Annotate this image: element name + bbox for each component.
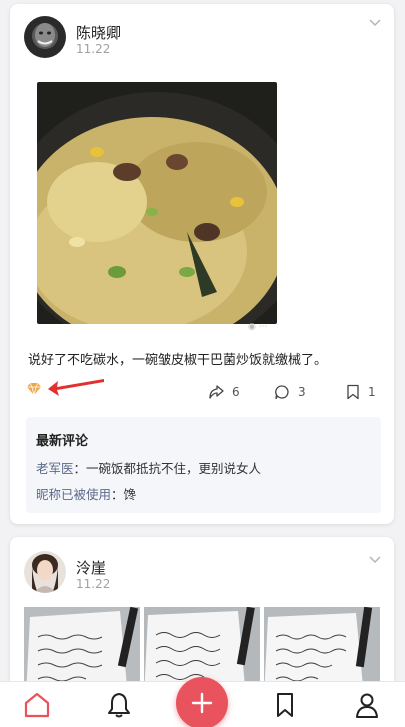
post-card: 陈晓卿 11.22 ◉ ··· 说好了不吃碳水，一碗皱皮椒干巴菌炒饭就缴械了。 [10,4,394,524]
author-name[interactable]: 泠崖 [76,557,106,578]
comment-icon [275,385,289,400]
bookmark-tab-icon[interactable] [270,690,300,720]
chevron-down-icon[interactable] [368,555,382,565]
image-watermark: ◉ ··· [248,322,268,332]
post-text: 说好了不吃碳水，一碗皱皮椒干巴菌炒饭就缴械了。 [28,353,328,368]
post-photo[interactable] [37,82,277,324]
bookmark-button[interactable]: 1 [346,383,376,401]
comments-box[interactable]: 最新评论 老军医：一碗饭都抵抗不住，更别说女人 昵称已被使用：馋 [26,417,381,513]
profile-icon[interactable] [352,690,382,720]
comment-author[interactable]: 昵称已被使用 [36,487,111,502]
compose-button[interactable] [176,677,228,727]
comment-author[interactable]: 老军医 [36,461,74,476]
comment-text: ：一碗饭都抵抗不住，更别说女人 [73,461,262,476]
comment-count: 3 [298,385,306,399]
bookmark-count: 1 [368,385,376,399]
author-name[interactable]: 陈晓卿 [76,22,121,43]
bell-icon[interactable] [104,690,134,720]
diamond-icon[interactable] [26,382,42,396]
share-icon [209,385,224,399]
chevron-down-icon[interactable] [368,18,382,28]
home-icon[interactable] [22,690,52,720]
post-date: 11.22 [76,42,111,56]
comments-title: 最新评论 [36,434,89,449]
comment-button[interactable]: 3 [274,383,306,401]
plus-icon [191,692,213,714]
share-button[interactable]: 6 [208,383,240,401]
post-card: 泠崖 11.22 [10,537,394,697]
avatar[interactable] [24,16,66,58]
avatar[interactable] [24,551,66,593]
comment-item[interactable]: 老军医：一碗饭都抵抗不住，更别说女人 [36,458,261,477]
annotation-arrow [48,379,104,396]
comment-item[interactable]: 昵称已被使用：馋 [36,484,136,503]
bookmark-icon [347,384,359,400]
comment-text: ：馋 [111,487,137,502]
share-count: 6 [232,385,240,399]
post-date: 11.22 [76,577,111,591]
